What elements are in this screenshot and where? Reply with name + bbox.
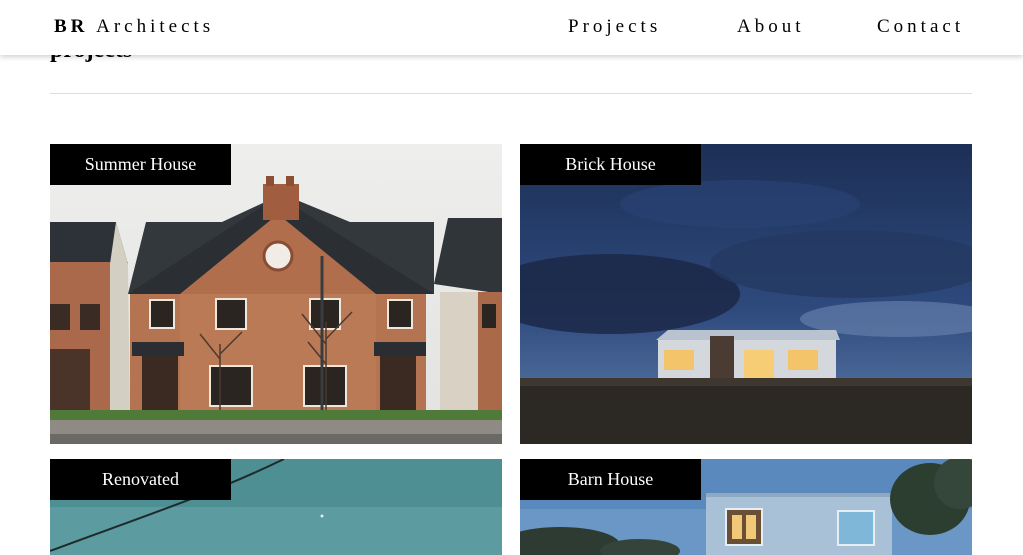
brand-logo[interactable]: BR Architects [54, 16, 214, 38]
project-label: Renovated [50, 459, 231, 500]
top-navigation-bar: BR Architects Projects About Contact [0, 0, 1023, 55]
summer-house-photo [50, 144, 502, 444]
brand-name: Architects [96, 16, 215, 37]
brand-initials: BR [54, 16, 89, 37]
project-card-renovated[interactable]: Renovated [50, 459, 502, 555]
project-card-brick-house[interactable]: Brick House [520, 144, 972, 444]
nav-link-projects[interactable]: Projects [568, 16, 661, 38]
brick-house-photo [520, 144, 972, 444]
project-label: Barn House [520, 459, 701, 500]
nav-link-about[interactable]: About [737, 16, 805, 38]
section-divider [50, 93, 972, 94]
project-label: Brick House [520, 144, 701, 185]
project-card-barn-house[interactable]: Barn House [520, 459, 972, 555]
nav-link-contact[interactable]: Contact [877, 16, 964, 38]
project-label: Summer House [50, 144, 231, 185]
project-card-summer-house[interactable]: Summer House [50, 144, 502, 444]
